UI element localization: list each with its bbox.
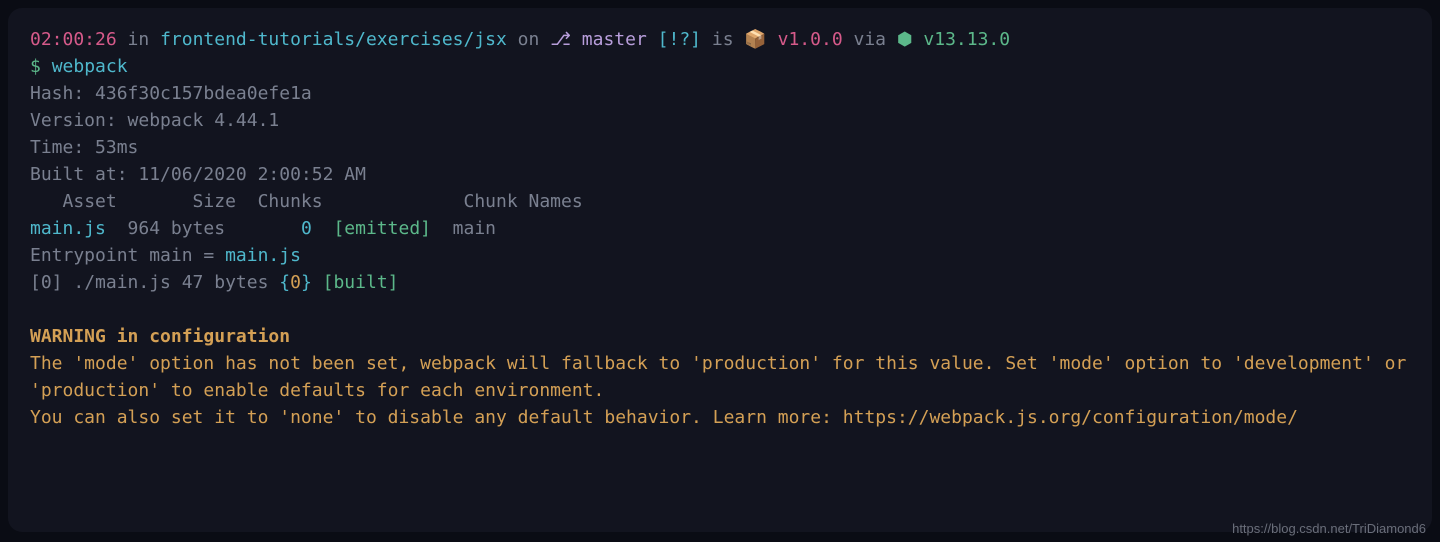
git-branch-icon: ⎇ xyxy=(550,29,571,50)
asset-size: 964 bytes xyxy=(106,218,301,239)
blank-line xyxy=(30,296,1410,323)
module-chunk-num: 0 xyxy=(290,272,301,293)
prompt-via: via xyxy=(843,29,897,50)
prompt-on: on xyxy=(507,29,550,50)
prompt-node-version: v13.13.0 xyxy=(923,29,1010,50)
asset-chunk-name: main xyxy=(431,218,496,239)
prompt-package-version: v1.0.0 xyxy=(767,29,843,50)
prompt-branch: master xyxy=(571,29,658,50)
prompt-is: is xyxy=(701,29,744,50)
asset-chunk-id: 0 xyxy=(301,218,312,239)
entrypoint-label: Entrypoint main = xyxy=(30,245,225,266)
warning-title: WARNING in configuration xyxy=(30,323,1410,350)
module-brace-open: { xyxy=(279,272,290,293)
prompt-line: 02:00:26 in frontend-tutorials/exercises… xyxy=(30,26,1410,53)
output-table-header: Asset Size Chunks Chunk Names xyxy=(30,188,1410,215)
command-line[interactable]: $ webpack xyxy=(30,53,1410,80)
prompt-git-status: [!?] xyxy=(658,29,701,50)
terminal-window: 02:00:26 in frontend-tutorials/exercises… xyxy=(8,8,1432,532)
prompt-in: in xyxy=(117,29,160,50)
prompt-symbol: $ xyxy=(30,56,52,77)
prompt-time: 02:00:26 xyxy=(30,29,117,50)
output-hash: Hash: 436f30c157bdea0efe1a xyxy=(30,80,1410,107)
output-version: Version: webpack 4.44.1 xyxy=(30,107,1410,134)
output-time: Time: 53ms xyxy=(30,134,1410,161)
output-entrypoint: Entrypoint main = main.js xyxy=(30,242,1410,269)
module-built: [built] xyxy=(312,272,399,293)
warning-body: The 'mode' option has not been set, webp… xyxy=(30,350,1410,431)
asset-emitted: [emitted] xyxy=(312,218,431,239)
output-built-at: Built at: 11/06/2020 2:00:52 AM xyxy=(30,161,1410,188)
package-icon: 📦 xyxy=(744,29,766,50)
node-icon: ⬢ xyxy=(897,29,924,50)
module-brace-close: } xyxy=(301,272,312,293)
module-id: [0] xyxy=(30,272,63,293)
watermark: https://blog.csdn.net/TriDiamond6 xyxy=(1232,519,1426,539)
entrypoint-file: main.js xyxy=(225,245,301,266)
asset-name: main.js xyxy=(30,218,106,239)
output-module-row: [0] ./main.js 47 bytes {0} [built] xyxy=(30,269,1410,296)
output-asset-row: main.js 964 bytes 0 [emitted] main xyxy=(30,215,1410,242)
prompt-path: frontend-tutorials/exercises/jsx xyxy=(160,29,507,50)
command-text: webpack xyxy=(52,56,128,77)
module-path: ./main.js 47 bytes xyxy=(63,272,280,293)
